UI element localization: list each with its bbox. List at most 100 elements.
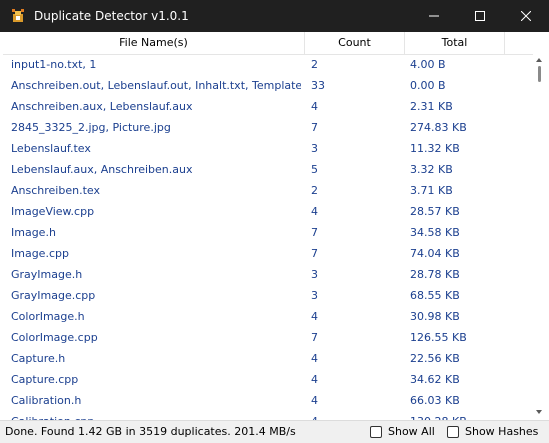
file-name-cell: Anschreiben.aux, Lebenslauf.aux	[11, 100, 193, 113]
table-row[interactable]: Capture.h 4 22.56 KB	[3, 348, 533, 369]
total-cell: 4.00 B	[410, 58, 446, 71]
count-cell: 4	[311, 394, 318, 407]
column-header-file-names[interactable]: File Name(s)	[3, 32, 305, 54]
total-cell: 28.57 KB	[410, 205, 460, 218]
count-cell: 7	[311, 247, 318, 260]
file-name-cell: Image.h	[11, 226, 56, 239]
total-cell: 11.32 KB	[410, 142, 460, 155]
file-name-cell: Calibration.cpp	[11, 411, 301, 420]
count-cell: 3	[311, 268, 318, 281]
file-name-cell: Calibration.h	[11, 394, 82, 407]
total-cell: 0.00 B	[410, 79, 446, 92]
show-hashes-checkbox[interactable]: Show Hashes	[447, 425, 545, 441]
total-cell: 28.78 KB	[410, 268, 460, 281]
total-cell: 34.62 KB	[410, 373, 460, 386]
count-cell: 7	[311, 331, 318, 344]
count-cell: 33	[311, 79, 325, 92]
file-name-cell: GrayImage.h	[11, 268, 83, 281]
total-cell: 2.31 KB	[410, 100, 453, 113]
count-cell: 4	[311, 373, 318, 386]
count-cell: 4	[311, 352, 318, 365]
table-row[interactable]: ImageView.cpp 4 28.57 KB	[3, 201, 533, 222]
show-hashes-checkbox-box[interactable]	[447, 426, 459, 438]
file-name-cell: input1-no.txt, 1	[11, 58, 97, 71]
file-name-cell: Anschreiben.tex	[11, 184, 100, 197]
table-row[interactable]: Calibration.h 4 66.03 KB	[3, 390, 533, 411]
app-icon	[10, 8, 26, 24]
file-name-cell: Image.cpp	[11, 247, 69, 260]
count-cell: 2	[311, 58, 318, 71]
table-row[interactable]: input1-no.txt, 1 2 4.00 B	[3, 54, 533, 75]
total-cell: 130.28 KB	[410, 411, 505, 420]
file-name-cell: 2845_3325_2.jpg, Picture.jpg	[11, 121, 171, 134]
count-cell: 5	[311, 163, 318, 176]
file-name-cell: Anschreiben.out, Lebenslauf.out, Inhalt.…	[11, 79, 301, 92]
table-row[interactable]: Calibration.cpp 4 130.28 KB	[3, 411, 533, 420]
minimize-icon	[429, 15, 439, 17]
status-bar: Done. Found 1.42 GB in 3519 duplicates. …	[0, 420, 549, 443]
table-row[interactable]: Lebenslauf.tex 3 11.32 KB	[3, 138, 533, 159]
file-name-cell: Lebenslauf.aux, Anschreiben.aux	[11, 163, 193, 176]
total-cell: 274.83 KB	[410, 121, 467, 134]
file-name-cell: ColorImage.cpp	[11, 331, 98, 344]
count-cell: 4	[311, 411, 401, 420]
table-row[interactable]: 2845_3325_2.jpg, Picture.jpg 7 274.83 KB	[3, 117, 533, 138]
count-cell: 7	[311, 226, 318, 239]
minimize-button[interactable]	[411, 0, 457, 32]
count-cell: 3	[311, 142, 318, 155]
total-cell: 3.32 KB	[410, 163, 453, 176]
column-header-total[interactable]: Total	[405, 32, 505, 54]
count-cell: 7	[311, 121, 318, 134]
table-row[interactable]: Anschreiben.tex 2 3.71 KB	[3, 180, 533, 201]
total-cell: 68.55 KB	[410, 289, 460, 302]
scroll-thumb[interactable]	[538, 66, 541, 82]
file-name-cell: Capture.cpp	[11, 373, 79, 386]
table-row[interactable]: Capture.cpp 4 34.62 KB	[3, 369, 533, 390]
table-row[interactable]: Image.h 7 34.58 KB	[3, 222, 533, 243]
column-header-filler	[505, 32, 533, 54]
total-cell: 30.98 KB	[410, 310, 460, 323]
count-cell: 2	[311, 184, 318, 197]
total-cell: 3.71 KB	[410, 184, 453, 197]
table-row[interactable]: Anschreiben.aux, Lebenslauf.aux 4 2.31 KB	[3, 96, 533, 117]
show-all-label[interactable]: Show All	[388, 422, 435, 442]
close-icon	[521, 11, 531, 21]
scroll-down-icon[interactable]	[536, 410, 542, 414]
count-cell: 4	[311, 310, 318, 323]
show-all-checkbox-box[interactable]	[370, 426, 382, 438]
duplicates-table[interactable]: File Name(s) Count Total input1-no.txt, …	[3, 32, 546, 420]
count-cell: 3	[311, 289, 318, 302]
status-text: Done. Found 1.42 GB in 3519 duplicates. …	[5, 425, 296, 438]
table-header: File Name(s) Count Total	[3, 32, 533, 55]
scroll-up-icon[interactable]	[536, 58, 542, 62]
show-hashes-label[interactable]: Show Hashes	[465, 422, 538, 442]
count-cell: 4	[311, 205, 318, 218]
file-name-cell: Lebenslauf.tex	[11, 142, 91, 155]
table-row[interactable]: ColorImage.h 4 30.98 KB	[3, 306, 533, 327]
maximize-button[interactable]	[457, 0, 503, 32]
maximize-icon	[475, 11, 485, 21]
table-body: input1-no.txt, 1 2 4.00 B Anschreiben.out, …	[3, 54, 533, 420]
table-row[interactable]: GrayImage.h 3 28.78 KB	[3, 264, 533, 285]
vertical-scrollbar[interactable]	[533, 54, 546, 420]
table-row[interactable]: GrayImage.cpp 3 68.55 KB	[3, 285, 533, 306]
show-all-checkbox[interactable]: Show All	[370, 425, 442, 441]
total-cell: 34.58 KB	[410, 226, 460, 239]
file-name-cell: Capture.h	[11, 352, 66, 365]
total-cell: 74.04 KB	[410, 247, 460, 260]
table-row[interactable]: Image.cpp 7 74.04 KB	[3, 243, 533, 264]
window-title: Duplicate Detector v1.0.1	[34, 9, 189, 23]
close-button[interactable]	[503, 0, 549, 32]
table-row[interactable]: Anschreiben.out, Lebenslauf.out, Inhalt.…	[3, 75, 533, 96]
column-header-count[interactable]: Count	[305, 32, 405, 54]
title-bar[interactable]: Duplicate Detector v1.0.1	[0, 0, 549, 32]
total-cell: 22.56 KB	[410, 352, 460, 365]
count-cell: 4	[311, 100, 318, 113]
table-row[interactable]: ColorImage.cpp 7 126.55 KB	[3, 327, 533, 348]
file-name-cell: ColorImage.h	[11, 310, 85, 323]
table-row[interactable]: Lebenslauf.aux, Anschreiben.aux 5 3.32 KB	[3, 159, 533, 180]
total-cell: 66.03 KB	[410, 394, 460, 407]
app-window: Duplicate Detector v1.0.1 File Name(s) C…	[0, 0, 549, 443]
total-cell: 126.55 KB	[410, 331, 467, 344]
file-name-cell: ImageView.cpp	[11, 205, 95, 218]
